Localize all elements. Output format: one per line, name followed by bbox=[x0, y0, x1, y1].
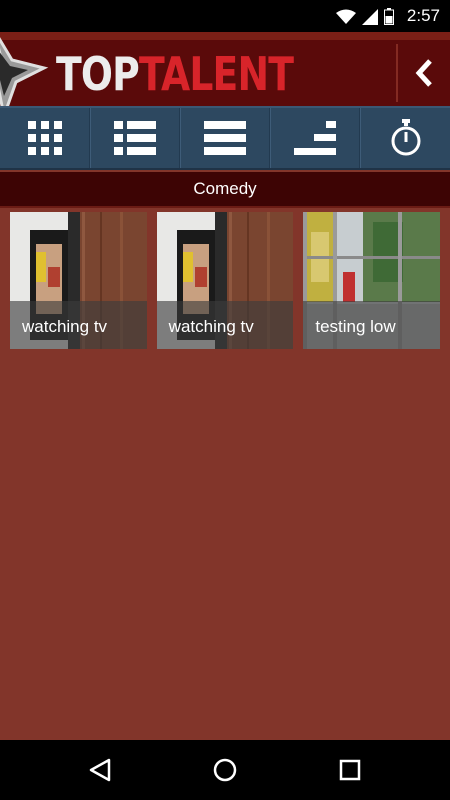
video-grid: watching tv watching tv testing low bbox=[10, 212, 441, 349]
timer-button[interactable] bbox=[360, 108, 450, 168]
category-title: Comedy bbox=[0, 172, 450, 208]
timer-icon bbox=[391, 119, 420, 156]
chevron-left-icon bbox=[415, 59, 432, 87]
rows-view-button[interactable] bbox=[180, 108, 270, 168]
sort-icon bbox=[294, 121, 336, 155]
circle-home-icon bbox=[213, 758, 237, 782]
nav-home-button[interactable] bbox=[209, 754, 241, 786]
triangle-back-icon bbox=[89, 758, 111, 782]
app-screen: TOP TALENT Comedy watching tv watching t… bbox=[0, 32, 450, 740]
video-title: watching tv bbox=[156, 301, 294, 349]
nav-recents-button[interactable] bbox=[334, 754, 366, 786]
video-title: testing low bbox=[303, 301, 441, 349]
logo-top-text: TOP bbox=[56, 47, 140, 101]
video-title: watching tv bbox=[10, 301, 147, 349]
grid-icon bbox=[27, 121, 62, 155]
view-toolbar bbox=[0, 106, 450, 170]
status-icons bbox=[336, 8, 394, 25]
status-bar: 2:57 bbox=[0, 0, 450, 32]
video-tile[interactable]: watching tv bbox=[156, 212, 294, 349]
signal-icon bbox=[362, 8, 378, 25]
sort-button[interactable] bbox=[270, 108, 360, 168]
square-recents-icon bbox=[339, 759, 361, 781]
status-time: 2:57 bbox=[406, 6, 440, 25]
wifi-icon bbox=[336, 9, 356, 24]
rows-icon bbox=[204, 121, 246, 155]
back-button[interactable] bbox=[396, 44, 450, 102]
video-tile[interactable]: testing low bbox=[303, 212, 441, 349]
list-view-button[interactable] bbox=[90, 108, 180, 168]
nav-back-button[interactable] bbox=[84, 754, 116, 786]
list-icon bbox=[114, 121, 156, 155]
video-tile[interactable]: watching tv bbox=[10, 212, 147, 349]
battery-icon bbox=[384, 8, 394, 25]
logo-talent-text: TALENT bbox=[138, 47, 294, 101]
system-nav-bar bbox=[0, 740, 450, 800]
star-logo-icon bbox=[0, 37, 49, 116]
app-logo: TOP TALENT bbox=[56, 47, 294, 101]
app-header: TOP TALENT bbox=[0, 32, 450, 116]
grid-view-button[interactable] bbox=[0, 108, 90, 168]
